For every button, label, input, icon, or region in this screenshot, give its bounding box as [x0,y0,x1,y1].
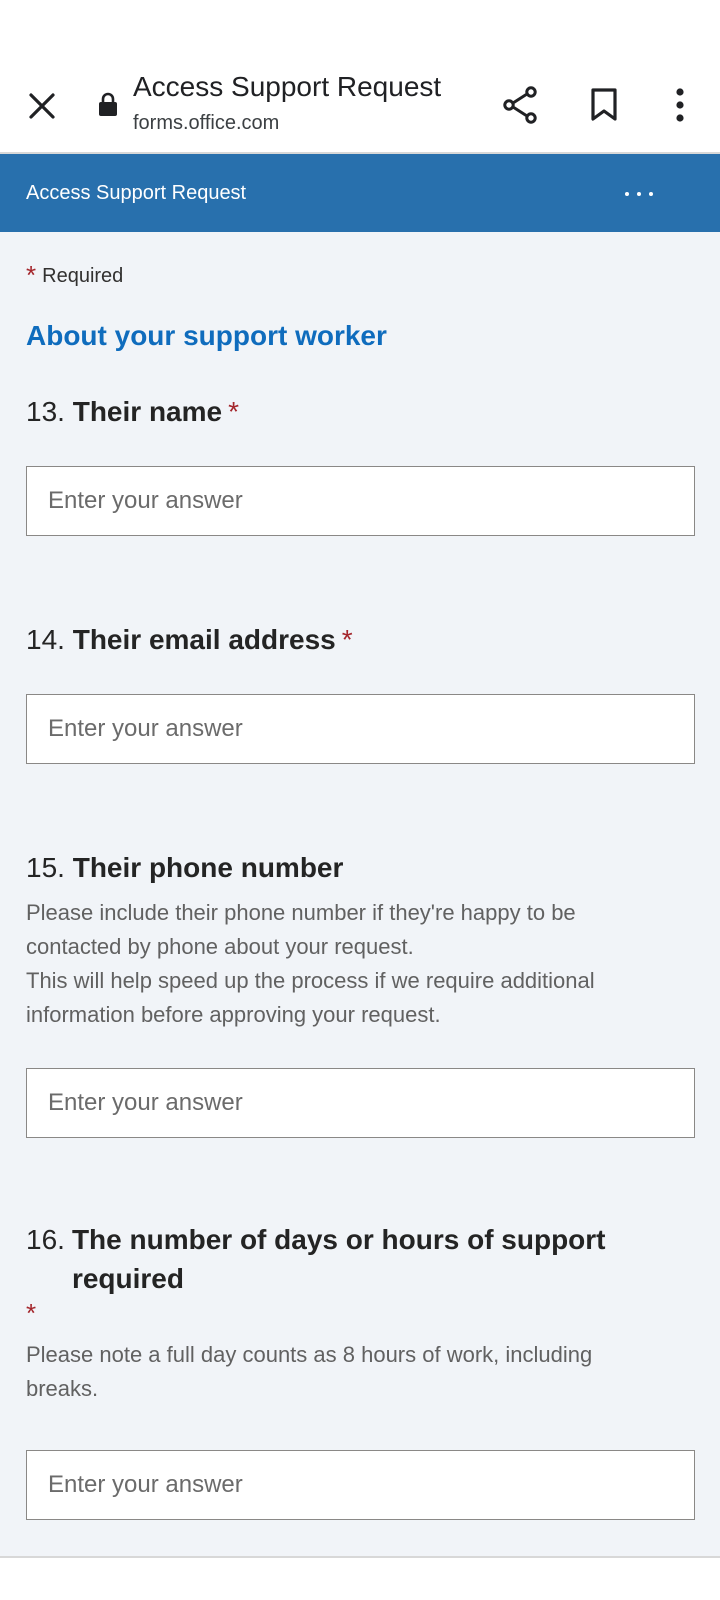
browser-toolbar: Access Support Request forms.office.com [0,58,720,154]
description-line: breaks. [26,1376,99,1401]
required-star: * [26,1298,37,1328]
question-number: 13. [26,396,65,427]
question-text: Their phone number [72,852,344,883]
page-url[interactable]: forms.office.com [133,112,279,135]
form-header-title: Access Support Request [26,182,247,204]
question-15-description: Please include their phone number if the… [26,896,686,1032]
required-star: * [26,260,37,290]
question-text: The number of days or hours of support [71,1224,606,1255]
their-name-input[interactable] [26,466,695,536]
page-title[interactable]: Access Support Request [133,71,441,103]
question-15-title: 15. Their phone number [26,848,343,887]
their-email-input[interactable] [26,694,695,764]
description-line: This will help speed up the process if w… [26,968,595,993]
form-body: * Required About your support worker 13. … [0,232,720,1556]
description-line: Please note a full day counts as 8 hours… [26,1342,593,1367]
question-16-description: Please note a full day counts as 8 hours… [26,1338,686,1406]
question-text: Their email address [72,624,336,655]
required-star: * [341,624,353,655]
description-line: information before approving your reques… [26,1002,441,1027]
question-number: 14. [26,624,65,655]
support-days-hours-input[interactable] [26,1450,695,1520]
form-header: Access Support Request [0,154,720,232]
share-button[interactable] [496,81,544,129]
section-title: About your support worker [26,320,387,351]
more-vert-icon [676,88,684,122]
share-icon [503,86,537,124]
question-16-title: 16. The number of days or hours of suppo… [26,1220,686,1328]
question-number: 15. [26,852,65,883]
description-line: Please include their phone number if the… [26,900,576,925]
question-14-title: 14. Their email address * [26,620,353,659]
status-bar [0,0,720,58]
description-line: contacted by phone about your request. [26,934,414,959]
bookmark-icon [591,88,617,121]
bookmark-button[interactable] [580,81,628,129]
required-star: * [228,396,240,427]
required-label: Required [42,265,124,287]
question-text: Their name [72,396,223,427]
lock-icon [99,92,117,116]
more-horiz-icon[interactable] [614,176,664,212]
required-note: * Required [26,260,123,291]
close-button[interactable] [18,82,66,130]
question-number: 16. [26,1224,65,1255]
question-13-title: 13. Their name * [26,392,239,431]
more-options-button[interactable] [656,81,704,129]
close-icon [29,93,55,119]
question-text: required [71,1263,184,1294]
their-phone-input[interactable] [26,1068,695,1138]
bottom-bar [0,1556,720,1600]
